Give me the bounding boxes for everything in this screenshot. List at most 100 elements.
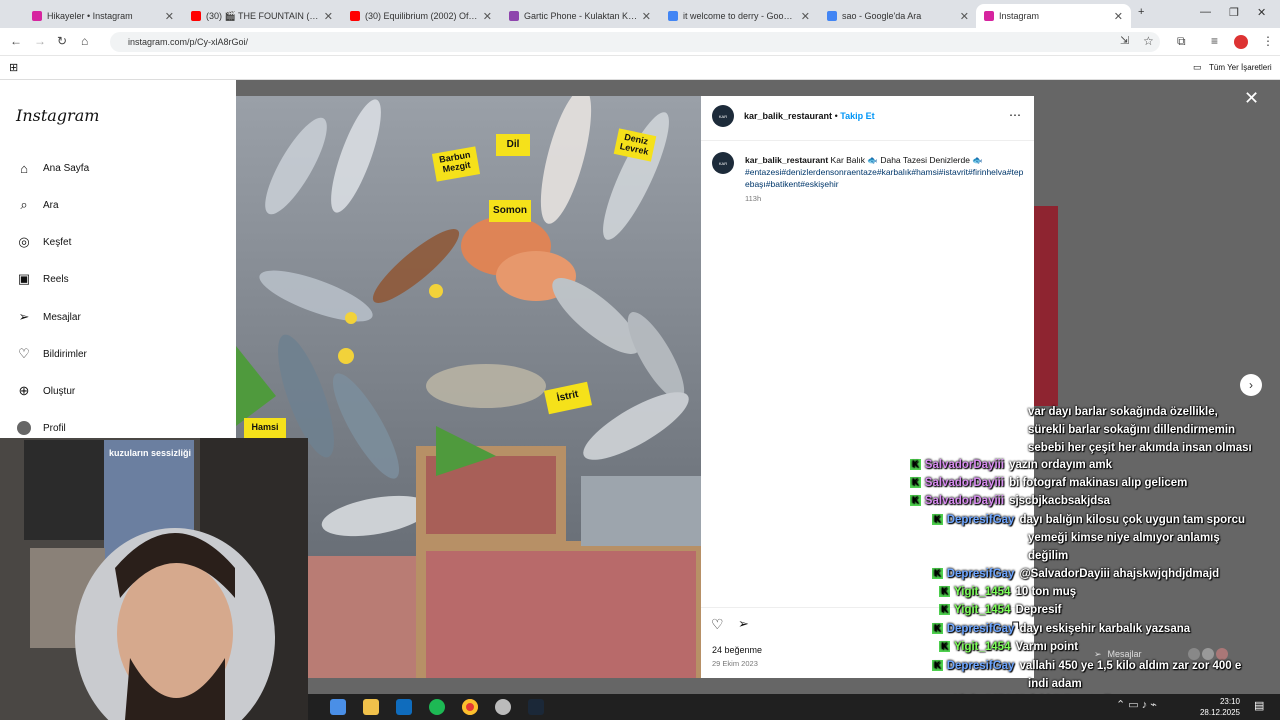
apps-grid-icon[interactable]: ⊞ — [9, 61, 18, 74]
close-tab-icon[interactable]: ✕ — [165, 10, 174, 23]
tab-title: Hikayeler • Instagram — [47, 11, 133, 21]
chat-username[interactable]: SalvadorDayiii — [925, 495, 1004, 507]
notification-icon[interactable]: ▤ — [1254, 699, 1264, 712]
minimize-icon[interactable]: — — [1200, 6, 1211, 18]
account-avatar[interactable]: KAR — [712, 105, 734, 127]
home-button-icon[interactable]: ⌂ — [81, 34, 88, 48]
chat-username[interactable]: DepresifGay — [947, 660, 1015, 672]
caption-hashtags[interactable]: #entazesi#denizlerdensonraentaze#karbalı… — [745, 167, 1023, 189]
window-close-icon[interactable]: ✕ — [1257, 6, 1266, 19]
gartic-favicon-icon — [509, 11, 519, 21]
plus-icon: ⊕ — [18, 383, 30, 398]
new-tab-icon[interactable]: + — [1138, 6, 1144, 18]
tab-hikayeler[interactable]: Hikayeler • Instagram ✕ — [24, 4, 182, 28]
sidebar-item-search[interactable]: ⌕ Ara — [16, 197, 58, 213]
outlook-icon[interactable] — [396, 699, 412, 715]
tab-title: (30) 🎬 THE FOUNTAIN (2006) — [206, 10, 320, 21]
sidebar-item-explore[interactable]: ◎ Keşfet — [16, 234, 71, 250]
chat-message: @SalvadorDayiii ahajskwjqhdjdmajd — [1019, 568, 1220, 580]
sidebar-item-reels[interactable]: ▣ Reels — [16, 271, 69, 287]
send-icon: ➢ — [18, 309, 30, 324]
chrome-icon[interactable] — [462, 699, 478, 715]
price-label-hamsi: Hamsi — [244, 418, 286, 438]
all-bookmarks-label[interactable]: Tüm Yer İşaretleri — [1209, 63, 1272, 72]
chat-username[interactable]: Yigit_1454 — [954, 604, 1010, 616]
sidebar-item-label: Profil — [43, 422, 66, 434]
caption-age: 113h — [745, 194, 762, 203]
chat-message: sürekli barlar sokağını dillendirmemin — [1028, 424, 1236, 436]
tab-title: sao - Google'da Ara — [842, 11, 922, 21]
tab-instagram-active[interactable]: Instagram ✕ — [976, 4, 1131, 28]
likes-count[interactable]: 24 beğenme — [712, 645, 762, 655]
chat-message: sebebi her çeşit her akımda insan olması — [1028, 442, 1252, 454]
profile-avatar-icon[interactable] — [1234, 35, 1248, 49]
stream-chat-overlay: var dayı barlar sokağında özellikle, süre… — [900, 404, 1280, 707]
system-clock[interactable]: 23:10 28.12.2025 — [1188, 696, 1240, 718]
sidebar-item-label: Reels — [43, 273, 69, 285]
chat-line: sebebi her çeşit her akımda insan olması — [1028, 442, 1252, 454]
poster-title: kuzuların sessizliği — [108, 448, 192, 458]
close-tab-icon[interactable]: ✕ — [960, 10, 969, 23]
instagram-favicon-icon — [984, 11, 994, 21]
tab-equilibrium[interactable]: (30) Equilibrium (2002) Official ✕ — [342, 4, 500, 28]
chat-line: K DepresifGay @SalvadorDayiii ahajskwjqhdj… — [931, 568, 1220, 580]
spotify-icon[interactable] — [429, 699, 445, 715]
tab-gartic[interactable]: Gartic Phone - Kulaktan Kulağa ✕ — [501, 4, 659, 28]
tab-title: it welcome to derry - Google'da — [683, 11, 797, 21]
instagram-logo[interactable]: Instagram — [16, 106, 99, 125]
close-tab-icon[interactable]: ✕ — [801, 10, 810, 23]
taskbar: ⌃ ▭ ♪ ⌁ 23:10 28.12.2025 ▤ — [308, 694, 1280, 720]
calendar-app-icon[interactable] — [330, 699, 346, 715]
maximize-icon[interactable]: ❐ — [1229, 6, 1239, 19]
chat-username[interactable]: DepresifGay — [947, 514, 1015, 526]
chat-username[interactable]: DepresifGay — [947, 568, 1015, 580]
tab-derry[interactable]: it welcome to derry - Google'da ✕ — [660, 4, 818, 28]
sidebar-item-profile[interactable]: Profil — [16, 420, 66, 436]
chat-message: yazın ordayım amk — [1009, 459, 1112, 471]
youtube-favicon-icon — [350, 11, 360, 21]
sidebar-item-notifications[interactable]: ♡ Bildirimler — [16, 346, 87, 362]
chat-username[interactable]: SalvadorDayiii — [925, 477, 1004, 489]
back-icon[interactable]: ← — [10, 34, 22, 48]
chat-username[interactable]: Yigit_1454 — [954, 586, 1010, 598]
caption-avatar[interactable]: KAR — [712, 152, 734, 174]
url-field[interactable]: instagram.com/p/Cy-xlA8rGoi/ — [110, 32, 1160, 52]
close-tab-icon[interactable]: ✕ — [642, 10, 651, 23]
tab-fountain[interactable]: (30) 🎬 THE FOUNTAIN (2006) ✕ — [183, 4, 341, 28]
chat-message: indi adam — [1028, 678, 1082, 690]
obs-icon[interactable] — [495, 699, 511, 715]
chat-message: dayı eskişehir karbalık yazsana — [1019, 623, 1191, 635]
system-tray-icons[interactable]: ⌃ ▭ ♪ ⌁ — [1116, 698, 1157, 711]
reload-icon[interactable]: ↻ — [57, 34, 67, 48]
share-send-icon[interactable]: ➢ — [738, 616, 749, 632]
next-post-arrow-icon[interactable]: › — [1240, 374, 1262, 396]
close-tab-icon[interactable]: ✕ — [324, 10, 333, 23]
follow-button[interactable]: Takip Et — [840, 111, 874, 121]
reading-list-icon[interactable]: ≡ — [1211, 34, 1218, 48]
steam-icon[interactable] — [528, 699, 544, 715]
username-link[interactable]: kar_balik_restaurant — [744, 111, 832, 121]
like-heart-icon[interactable]: ♡ — [711, 616, 724, 633]
reels-icon: ▣ — [17, 271, 31, 286]
chat-username[interactable]: DepresifGay — [947, 623, 1015, 635]
sidebar-item-home[interactable]: ⌂ Ana Sayfa — [16, 160, 89, 176]
close-tab-icon[interactable]: ✕ — [1114, 10, 1123, 23]
extensions-icon[interactable]: ⧉ — [1177, 34, 1186, 49]
sidebar-item-messages[interactable]: ➢ Mesajlar — [16, 309, 81, 325]
tab-sao[interactable]: sao - Google'da Ara ✕ — [819, 4, 977, 28]
forward-icon[interactable]: → — [34, 34, 46, 48]
webcam-overlay: kuzuların sessizliği — [0, 438, 308, 720]
menu-kebab-icon[interactable]: ⋮ — [1262, 34, 1274, 48]
google-favicon-icon — [827, 11, 837, 21]
close-tab-icon[interactable]: ✕ — [483, 10, 492, 23]
close-modal-icon[interactable]: ✕ — [1244, 88, 1259, 109]
chat-username[interactable]: SalvadorDayiii — [925, 459, 1004, 471]
kick-badge-icon: K — [939, 604, 950, 616]
caption-username[interactable]: kar_balik_restaurant — [745, 155, 828, 165]
file-explorer-icon[interactable] — [363, 699, 379, 715]
sidebar-item-create[interactable]: ⊕ Oluştur — [16, 383, 76, 399]
chat-username[interactable]: Yigit_1454 — [954, 641, 1010, 653]
more-options-icon[interactable]: ⋯ — [1009, 108, 1021, 122]
install-app-icon[interactable]: ⇲ — [1120, 34, 1129, 47]
bookmark-star-icon[interactable]: ☆ — [1143, 34, 1154, 48]
